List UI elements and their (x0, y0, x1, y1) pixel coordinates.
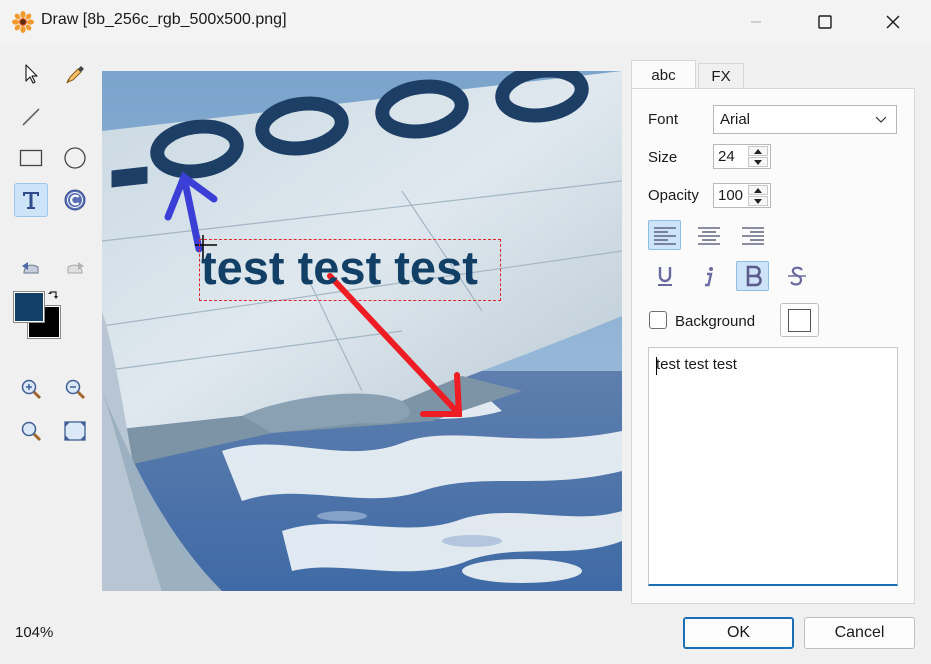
strikethrough-button[interactable] (780, 261, 813, 291)
bold-icon (746, 265, 762, 287)
foreground-color-swatch[interactable] (13, 291, 45, 323)
arrow-down-icon (754, 159, 762, 165)
size-value: 24 (718, 148, 735, 165)
size-label: Size (648, 149, 678, 166)
opacity-spinner[interactable]: 100 (713, 183, 771, 208)
size-spinner[interactable]: 24 (713, 144, 771, 169)
minimize-icon (751, 21, 761, 23)
italic-icon (704, 267, 713, 287)
arrow-up-icon (754, 187, 762, 193)
ok-button[interactable]: OK (683, 617, 794, 649)
text-t-icon (23, 192, 39, 209)
text-tool[interactable] (14, 183, 48, 217)
opacity-value: 100 (718, 187, 744, 204)
redo-icon (67, 262, 84, 274)
ellipse-tool[interactable] (58, 141, 92, 175)
background-label: Background (675, 313, 756, 330)
close-button[interactable] (870, 0, 916, 44)
pointer-arrow-icon (25, 64, 38, 84)
title-bar: Draw [8b_256c_rgb_500x500.png] (0, 0, 931, 44)
font-select[interactable]: Arial (713, 105, 897, 134)
bold-button[interactable] (736, 261, 769, 291)
canvas-text-overlay[interactable]: test test test (201, 240, 478, 296)
opacity-increment-button[interactable] (748, 185, 768, 195)
arrow-up-icon (754, 148, 762, 154)
align-center-button[interactable] (692, 220, 725, 250)
align-right-button[interactable] (736, 220, 769, 250)
undo-icon (22, 262, 39, 274)
maximize-button[interactable] (802, 0, 848, 44)
arrow-down-icon (754, 198, 762, 204)
line-icon (22, 108, 40, 126)
zoom-out-icon (65, 379, 86, 400)
size-decrement-button[interactable] (748, 157, 768, 167)
undo-button[interactable] (14, 251, 48, 285)
underline-icon (657, 267, 672, 286)
line-tool[interactable] (14, 100, 48, 134)
eyedropper-icon (66, 66, 84, 84)
window-title: Draw [8b_256c_rgb_500x500.png] (41, 11, 287, 28)
background-color-button[interactable] (780, 303, 819, 337)
zoom-in-icon (21, 379, 42, 400)
zoom-level: 104% (15, 624, 54, 641)
minimize-button[interactable] (733, 0, 779, 44)
fit-window-button[interactable] (58, 414, 92, 448)
strikethrough-icon (787, 266, 806, 286)
select-tool[interactable] (14, 57, 48, 91)
font-value: Arial (720, 111, 751, 128)
font-label: Font (648, 111, 679, 128)
ellipse-icon (64, 147, 86, 169)
background-checkbox[interactable] (649, 311, 667, 329)
airplane-wing-photo (102, 71, 622, 591)
chevron-down-icon (875, 116, 887, 123)
magnifier-icon (21, 421, 42, 442)
eyedropper-tool[interactable] (58, 57, 92, 91)
text-entry-field[interactable]: test test test (648, 347, 898, 586)
size-increment-button[interactable] (748, 146, 768, 156)
swap-colors-icon[interactable] (47, 290, 61, 304)
tab-fx[interactable]: FX (698, 63, 744, 89)
tab-abc[interactable]: abc (631, 60, 696, 89)
align-center-icon (697, 227, 720, 245)
stamp-tool[interactable] (58, 183, 92, 217)
italic-button[interactable] (692, 261, 725, 291)
image-canvas[interactable]: test test test (102, 71, 622, 591)
copyright-icon (64, 189, 86, 211)
cancel-button[interactable]: Cancel (804, 617, 915, 649)
zoom-in-button[interactable] (14, 372, 48, 406)
close-icon (886, 15, 900, 29)
redo-button[interactable] (58, 251, 92, 285)
maximize-icon (818, 15, 832, 29)
text-properties-panel: Font Arial Size 24 Opacity 100 Backgroun… (631, 88, 915, 604)
background-color-swatch-preview (788, 308, 811, 332)
opacity-decrement-button[interactable] (748, 196, 768, 206)
underline-button[interactable] (648, 261, 681, 291)
opacity-label: Opacity (648, 187, 699, 204)
app-icon (12, 11, 34, 33)
rectangle-icon (19, 149, 43, 167)
align-right-icon (741, 227, 764, 245)
text-caret (656, 357, 657, 375)
rectangle-tool[interactable] (14, 141, 48, 175)
zoom-actual-button[interactable] (14, 414, 48, 448)
fit-screen-icon (64, 421, 86, 441)
zoom-out-button[interactable] (58, 372, 92, 406)
text-entry-value: test test test (656, 356, 737, 373)
color-swatches (13, 290, 62, 339)
align-left-button[interactable] (648, 220, 681, 250)
align-left-icon (653, 227, 676, 245)
